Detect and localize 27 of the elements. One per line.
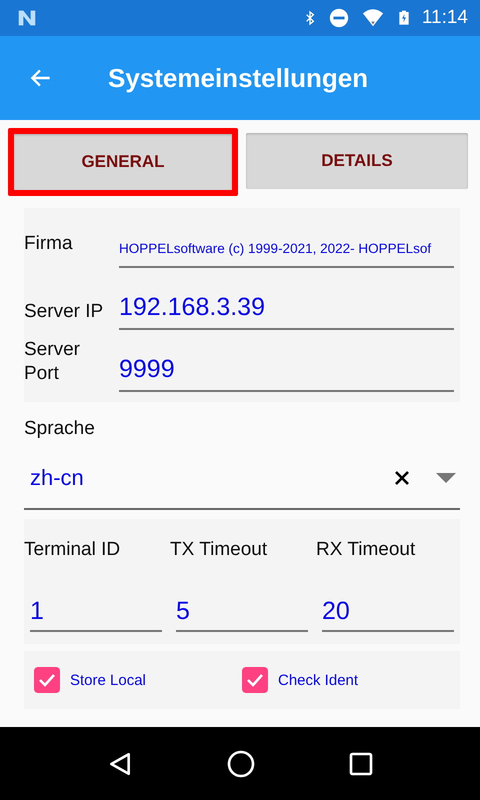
field-label: Sprache	[24, 418, 96, 440]
caret-icon	[436, 473, 456, 483]
checkbox-label[interactable]: Check Ident	[278, 672, 358, 688]
do-not-disturb-icon	[328, 7, 350, 29]
input-field[interactable]: 9999	[119, 355, 454, 392]
clock-time: 11:14	[422, 7, 468, 29]
checkbox[interactable]	[34, 667, 60, 693]
language-dropdown[interactable]: zh-cn	[24, 448, 460, 510]
checkbox-label[interactable]: Store Local	[70, 672, 146, 688]
field-label: Server IP	[24, 300, 104, 324]
input-field[interactable]: 192.168.3.39	[119, 293, 454, 330]
field-label: Firma	[24, 232, 74, 256]
input-field[interactable]: HOPPELsoftware (c) 1999-2021, 2022- HOPPELsof	[119, 241, 454, 268]
input-field[interactable]: 1	[30, 597, 162, 632]
screen-title: Systemeinstellungen	[108, 62, 368, 94]
tab[interactable]: DETAILS	[246, 133, 468, 189]
checkbox[interactable]	[242, 667, 268, 693]
field-label: TX Timeout	[170, 539, 268, 561]
field-label: Server Port	[24, 338, 81, 386]
clear-icon[interactable]	[394, 470, 410, 486]
tab[interactable]: GENERAL	[8, 128, 238, 196]
recents-icon[interactable]	[349, 752, 373, 776]
input-field[interactable]: 20	[322, 597, 454, 632]
home-icon[interactable]	[227, 750, 255, 778]
input-field[interactable]: 5	[176, 597, 308, 632]
field-label: Terminal ID	[24, 539, 122, 561]
field-label: RX Timeout	[316, 539, 416, 561]
